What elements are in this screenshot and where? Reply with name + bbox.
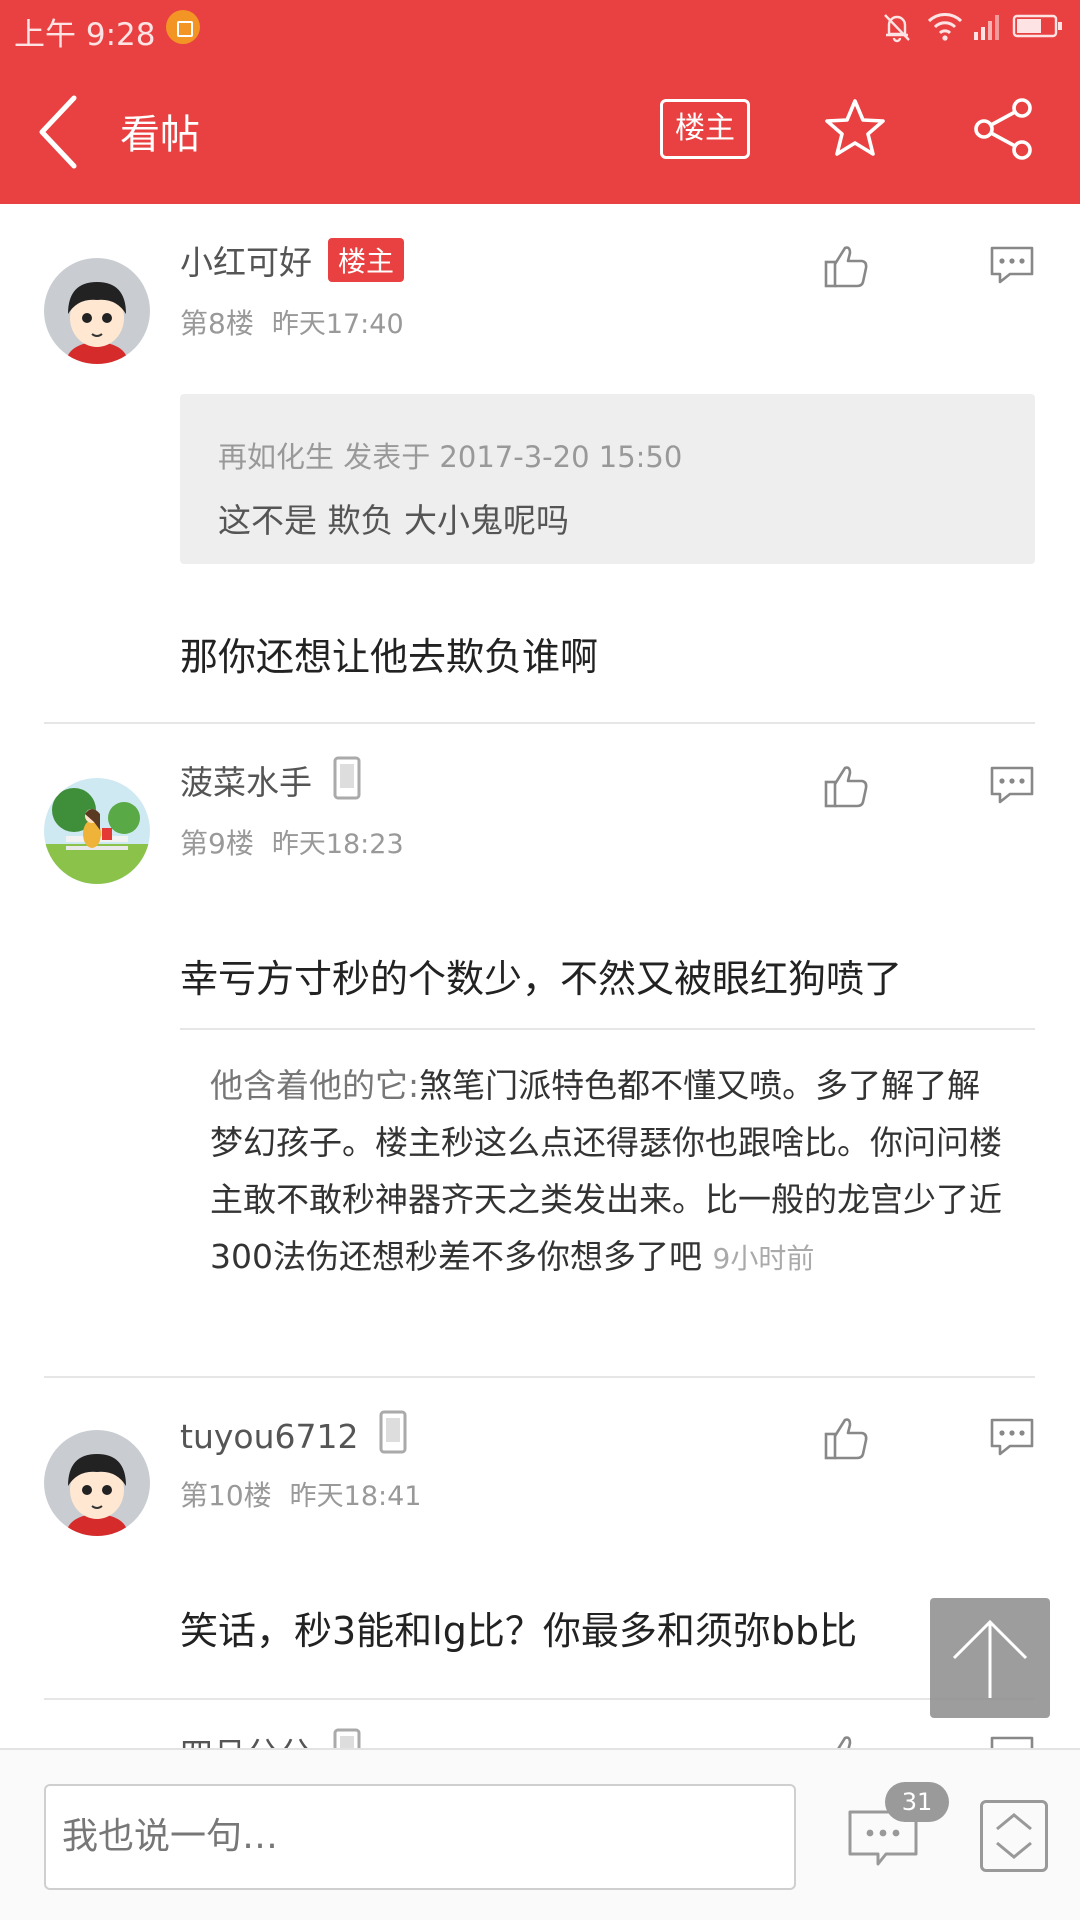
post-time: 昨天18:23 [271, 829, 404, 860]
username-text: tuyou6712 [180, 1417, 359, 1456]
reply-input[interactable]: 我也说一句… [44, 1784, 796, 1890]
avatar[interactable] [44, 258, 150, 364]
thumbs-up-icon[interactable] [822, 762, 870, 810]
owner-badge: 楼主 [328, 238, 405, 282]
post-time: 昨天17:40 [271, 309, 404, 340]
comment-count-badge: 31 [885, 1782, 949, 1822]
favorite-star-icon[interactable] [822, 96, 888, 162]
post-floor-8: 小红可好 楼主 第8楼 昨天17:40 再如化生 发表于 2017-3-20 15:… [0, 204, 1080, 724]
share-icon[interactable] [970, 96, 1036, 162]
floor-number: 第9楼 [180, 827, 254, 860]
avatar-park-scene [44, 778, 150, 884]
comment-icon[interactable] [988, 1734, 1036, 1748]
owner-only-button[interactable]: 楼主 [660, 99, 750, 159]
post-floor-11: 四月分分 [0, 1700, 1080, 1748]
floor-number: 第10楼 [180, 1479, 272, 1512]
quoted-post: 再如化生 发表于 2017-3-20 15:50 这不是 欺负 大小鬼呢吗 [180, 394, 1035, 564]
username[interactable]: tuyou6712 [180, 1410, 408, 1456]
battery-icon [1012, 14, 1062, 38]
floor-number: 第8楼 [180, 307, 254, 340]
bottom-bar: 我也说一句… 31 [0, 1748, 1080, 1920]
comment-icon[interactable] [988, 764, 1036, 806]
quote-header: 再如化生 发表于 2017-3-20 15:50 [218, 440, 683, 474]
avatar[interactable] [44, 778, 150, 884]
username-text: 小红可好 [180, 243, 312, 282]
post-meta: 第9楼 昨天18:23 [180, 822, 404, 862]
mobile-device-icon [333, 1728, 361, 1748]
sub-reply-time: 9小时前 [712, 1242, 815, 1275]
notification-app-icon [166, 10, 200, 44]
post-time: 昨天18:41 [289, 1481, 422, 1512]
thumbs-up-icon[interactable] [822, 242, 870, 290]
sub-reply[interactable]: 他含着他的它:煞笔门派特色都不懂又喷。多了解了解梦幻孩子。楼主秒这么点还得瑟你也… [210, 1057, 1010, 1287]
username[interactable]: 菠菜水手 [180, 756, 362, 804]
arrow-up-icon [952, 1619, 1028, 1698]
sub-reply-author: 他含着他的它: [210, 1066, 420, 1105]
avatar[interactable] [44, 1430, 150, 1536]
mute-icon [884, 14, 910, 43]
username[interactable]: 四月分分 [180, 1728, 362, 1748]
post-floor-10: tuyou6712 第10楼 昨天18:41 笑话，秒3能和lg比？你最多和须弥b… [0, 1378, 1080, 1700]
avatar-cartoon-boy [44, 258, 150, 364]
back-arrow-icon[interactable] [30, 92, 90, 172]
page-title: 看帖 [120, 112, 200, 158]
post-content: 幸亏方寸秒的个数少，不然又被眼红狗喷了 [180, 957, 903, 1001]
signal-icon [974, 15, 999, 40]
status-time: 上午 9:28 [14, 17, 156, 53]
mobile-device-icon [379, 1410, 407, 1454]
thumbs-up-icon[interactable] [822, 1732, 870, 1748]
post-content: 那你还想让他去欺负谁啊 [180, 635, 599, 679]
post-meta: 第10楼 昨天18:41 [180, 1474, 421, 1514]
username-text: 四月分分 [180, 1735, 312, 1748]
username-text: 菠菜水手 [180, 763, 312, 802]
post-floor-9: 菠菜水手 第9楼 昨天18:23 幸亏方寸秒的个数少，不然又被眼红狗喷了 他含着他… [0, 724, 1080, 1378]
username[interactable]: 小红可好 楼主 [180, 236, 405, 284]
wifi-icon [927, 13, 963, 41]
page-jump-button[interactable] [980, 1800, 1048, 1872]
status-bar: 上午 9:28 [0, 0, 1080, 54]
post-content: 笑话，秒3能和lg比？你最多和须弥bb比 [180, 1609, 858, 1653]
quote-text: 这不是 欺负 大小鬼呢吗 [218, 501, 569, 540]
avatar-cartoon-boy [44, 1430, 150, 1536]
thumbs-up-icon[interactable] [822, 1414, 870, 1462]
comment-icon[interactable] [988, 1416, 1036, 1458]
app-header: 上午 9:28 看帖 楼主 [0, 0, 1080, 204]
mobile-device-icon [333, 756, 361, 800]
post-meta: 第8楼 昨天17:40 [180, 302, 404, 342]
scroll-to-top-button[interactable] [930, 1598, 1050, 1718]
content-divider [180, 1028, 1035, 1030]
up-down-chevron-icon [996, 1813, 1032, 1859]
comment-icon[interactable] [988, 244, 1036, 286]
